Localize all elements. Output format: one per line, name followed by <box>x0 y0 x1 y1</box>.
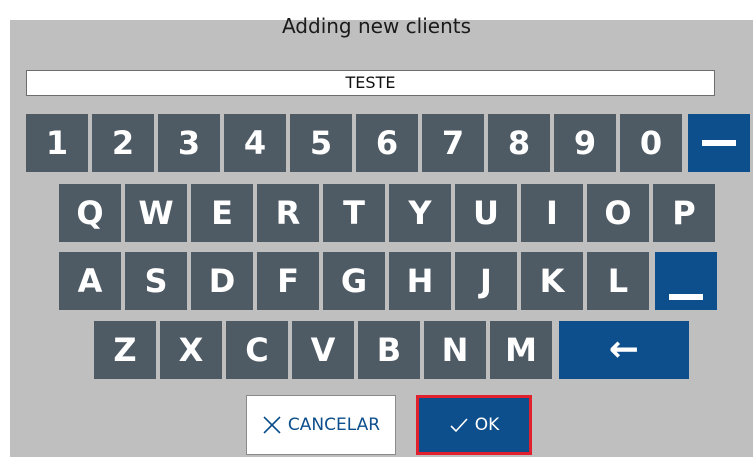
key-1[interactable]: 1 <box>26 114 88 172</box>
client-name-input[interactable]: TESTE <box>26 70 715 96</box>
key-r[interactable]: R <box>257 184 319 242</box>
key-6[interactable]: 6 <box>356 114 418 172</box>
minus-icon <box>702 140 736 146</box>
key-l[interactable]: L <box>587 252 649 310</box>
key-t[interactable]: T <box>323 184 385 242</box>
key-h[interactable]: H <box>389 252 451 310</box>
backspace-key[interactable]: ← <box>559 321 689 379</box>
underscore-key[interactable] <box>655 252 717 310</box>
underscore-icon <box>669 294 703 300</box>
key-5[interactable]: 5 <box>290 114 352 172</box>
ok-button[interactable]: OK <box>416 395 532 455</box>
minus-key[interactable] <box>688 114 750 172</box>
cancel-label: CANCELAR <box>287 415 381 435</box>
dialog-title: Adding new clients <box>281 14 472 38</box>
key-a[interactable]: A <box>59 252 121 310</box>
check-icon <box>449 417 469 433</box>
key-c[interactable]: C <box>226 321 288 379</box>
key-b[interactable]: B <box>358 321 420 379</box>
key-o[interactable]: O <box>587 184 649 242</box>
key-s[interactable]: S <box>125 252 187 310</box>
key-4[interactable]: 4 <box>224 114 286 172</box>
key-n[interactable]: N <box>424 321 486 379</box>
key-9[interactable]: 9 <box>554 114 616 172</box>
key-d[interactable]: D <box>191 252 253 310</box>
cancel-button[interactable]: CANCELAR <box>246 395 396 455</box>
key-w[interactable]: W <box>125 184 187 242</box>
backspace-arrow-icon: ← <box>608 329 640 370</box>
ok-label: OK <box>474 415 500 435</box>
key-0[interactable]: 0 <box>620 114 682 172</box>
key-u[interactable]: U <box>455 184 517 242</box>
key-q[interactable]: Q <box>59 184 121 242</box>
key-x[interactable]: X <box>160 321 222 379</box>
key-i[interactable]: I <box>521 184 583 242</box>
key-e[interactable]: E <box>191 184 253 242</box>
key-y[interactable]: Y <box>389 184 451 242</box>
key-v[interactable]: V <box>292 321 354 379</box>
key-g[interactable]: G <box>323 252 385 310</box>
key-j[interactable]: J <box>455 252 517 310</box>
key-8[interactable]: 8 <box>488 114 550 172</box>
key-3[interactable]: 3 <box>158 114 220 172</box>
key-7[interactable]: 7 <box>422 114 484 172</box>
key-k[interactable]: K <box>521 252 583 310</box>
key-2[interactable]: 2 <box>92 114 154 172</box>
key-m[interactable]: M <box>490 321 552 379</box>
key-z[interactable]: Z <box>94 321 156 379</box>
key-p[interactable]: P <box>653 184 715 242</box>
key-f[interactable]: F <box>257 252 319 310</box>
close-icon <box>262 415 282 435</box>
